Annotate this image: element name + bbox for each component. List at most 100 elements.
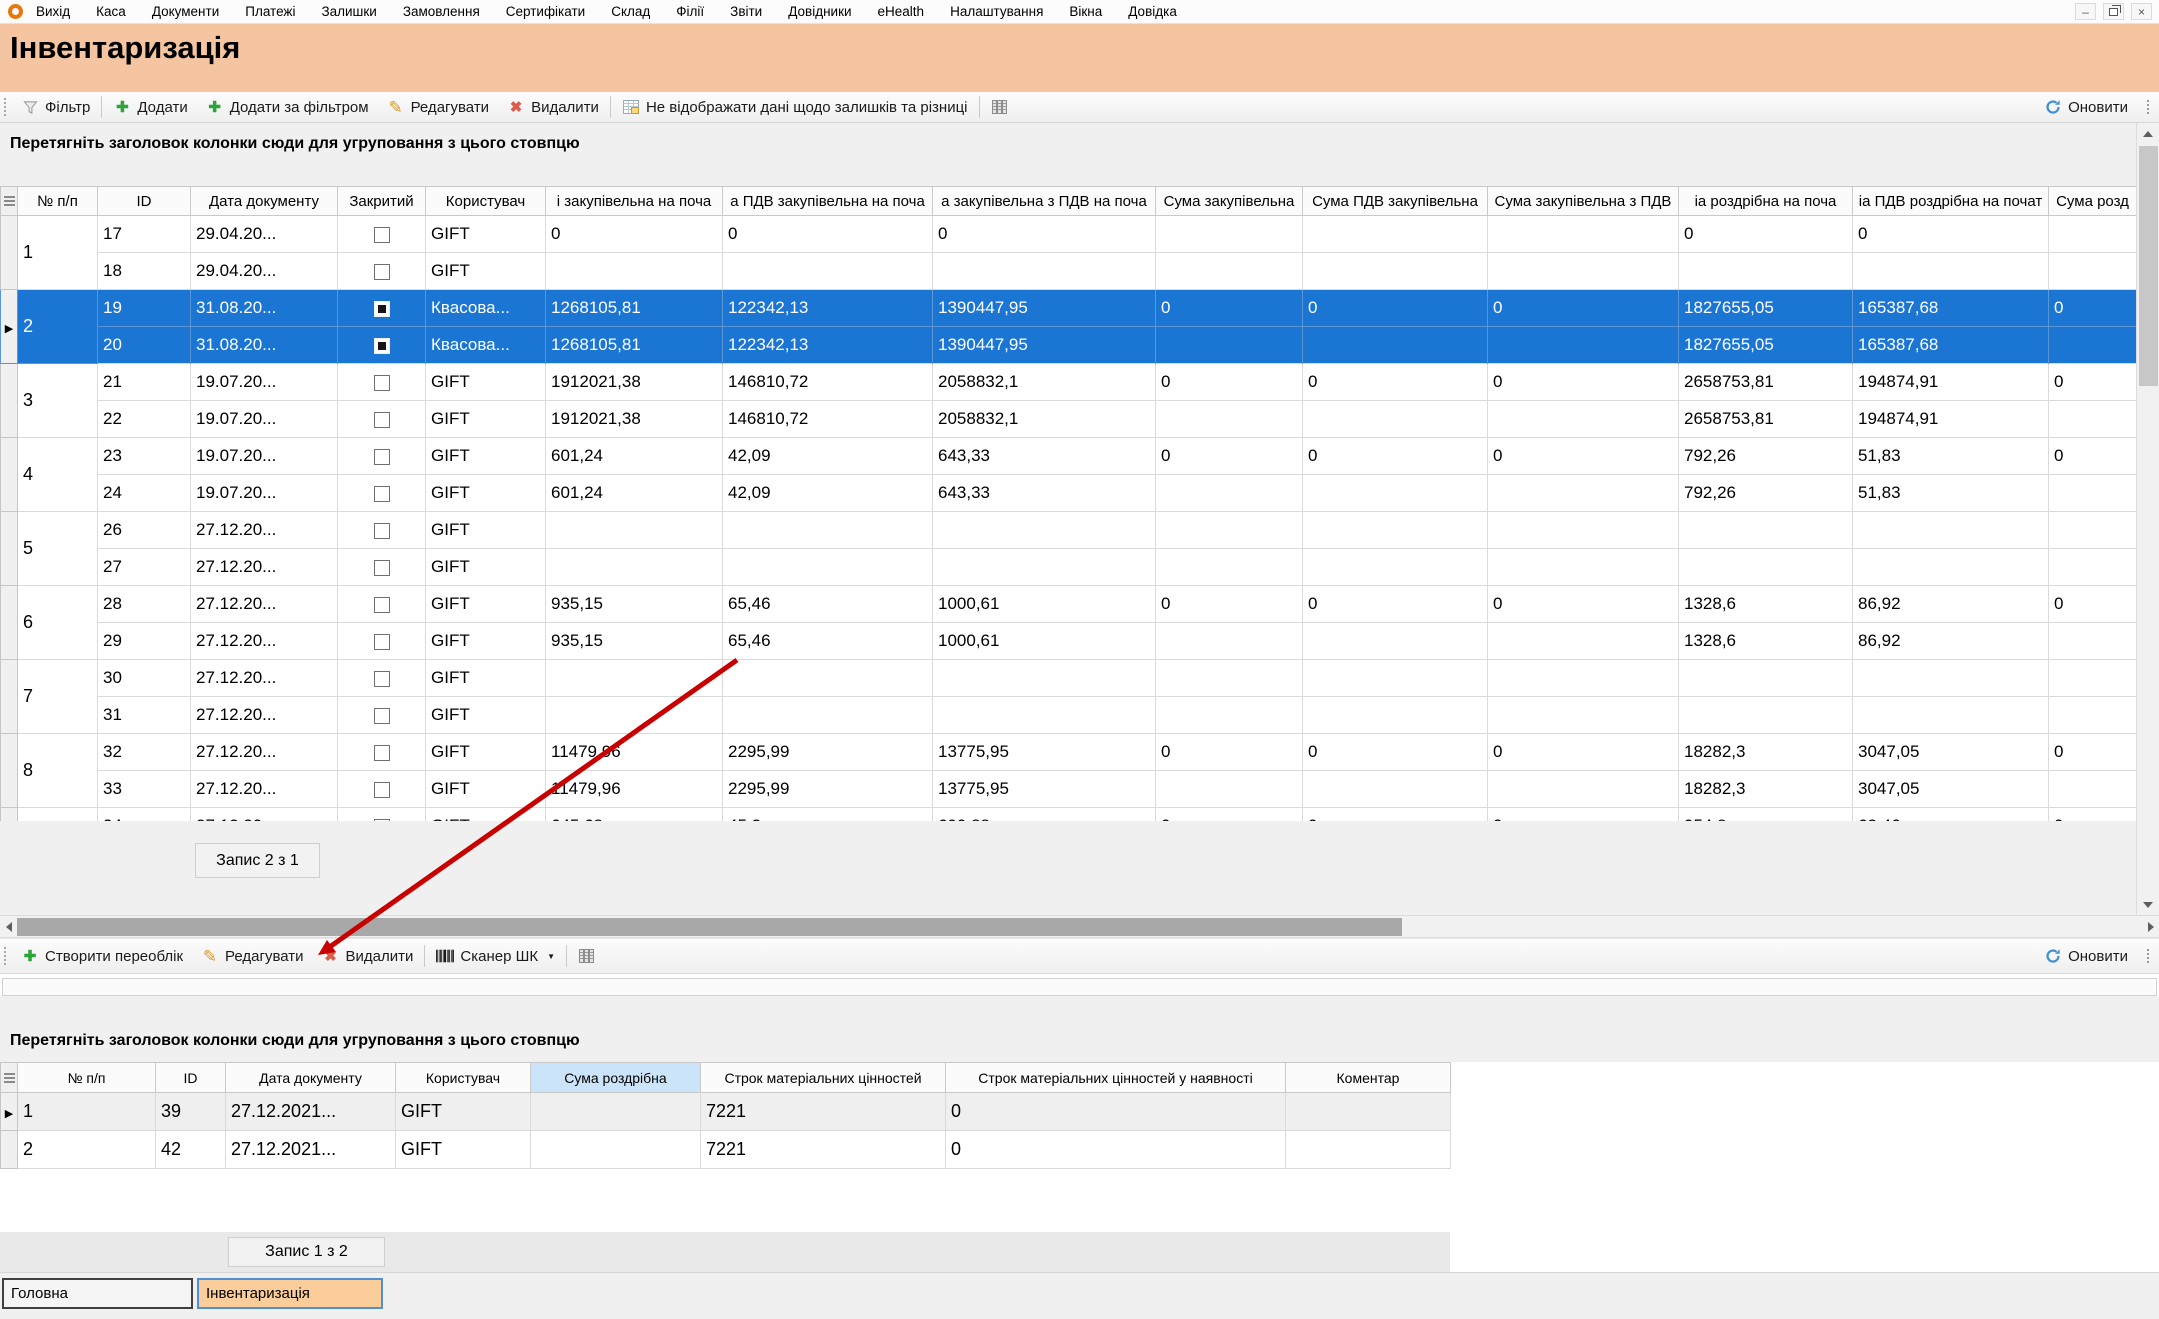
- cell-value[interactable]: [723, 697, 933, 734]
- cell-id[interactable]: 33: [98, 771, 191, 808]
- cell-value[interactable]: 45,2: [723, 808, 933, 822]
- cell-value[interactable]: 935,15: [546, 586, 723, 623]
- cell-id[interactable]: 24: [98, 475, 191, 512]
- cell-value[interactable]: [1853, 512, 2049, 549]
- hide-balances-toggle[interactable]: Не відображати дані щодо залишків та різ…: [613, 94, 977, 120]
- cell-value[interactable]: 2058832,1: [933, 364, 1156, 401]
- cell-value[interactable]: [723, 512, 933, 549]
- menu-item-2[interactable]: Документи: [139, 4, 232, 19]
- cell-value[interactable]: 0: [1156, 586, 1303, 623]
- toolbar-grip[interactable]: [4, 98, 7, 116]
- cell-value[interactable]: [1156, 475, 1303, 512]
- cell-value[interactable]: 1000,61: [933, 623, 1156, 660]
- cell-value[interactable]: [2049, 327, 2137, 364]
- cell-value[interactable]: [1286, 1093, 1451, 1131]
- cell-date[interactable]: 29.04.20...: [191, 216, 338, 253]
- cell-value[interactable]: 1268105,81: [546, 290, 723, 327]
- cell-value[interactable]: 1328,6: [1679, 586, 1853, 623]
- cell-value[interactable]: 0: [1156, 438, 1303, 475]
- cell-value[interactable]: 11479,96: [546, 771, 723, 808]
- closed-checkbox[interactable]: [374, 523, 390, 539]
- cell-id[interactable]: 17: [98, 216, 191, 253]
- cell-date[interactable]: 27.12.20...: [191, 660, 338, 697]
- cell-value[interactable]: [2049, 475, 2137, 512]
- choose-columns-button[interactable]: [569, 943, 605, 969]
- cell-date[interactable]: 27.12.20...: [191, 697, 338, 734]
- cell-value[interactable]: [933, 697, 1156, 734]
- cell-value[interactable]: 0: [1303, 438, 1488, 475]
- menu-item-4[interactable]: Залишки: [308, 4, 389, 19]
- cell-value[interactable]: [1156, 216, 1303, 253]
- closed-checkbox[interactable]: [374, 412, 390, 428]
- cell-value[interactable]: 0: [1853, 216, 2049, 253]
- closed-checkbox[interactable]: [374, 708, 390, 724]
- cell-value[interactable]: 0: [1488, 734, 1679, 771]
- cell-value[interactable]: 1268105,81: [546, 327, 723, 364]
- cell-value[interactable]: [1679, 697, 1853, 734]
- cell-user[interactable]: GIFT: [426, 697, 546, 734]
- delete-button[interactable]: ✖ Видалити: [498, 94, 608, 120]
- cell-value[interactable]: 0: [2049, 808, 2137, 822]
- cell-value[interactable]: 3047,05: [1853, 771, 2049, 808]
- cell-value[interactable]: 0: [1488, 808, 1679, 822]
- closed-checkbox[interactable]: [374, 449, 390, 465]
- cell-value[interactable]: 11479,96: [546, 734, 723, 771]
- cell-value[interactable]: [2049, 660, 2137, 697]
- tab-inventory[interactable]: Інвентаризація: [197, 1278, 383, 1309]
- column-header[interactable]: ID: [98, 187, 191, 216]
- cell-value[interactable]: 3047,05: [1853, 734, 2049, 771]
- cell-user[interactable]: GIFT: [426, 549, 546, 586]
- cell-user[interactable]: GIFT: [426, 438, 546, 475]
- cell-value[interactable]: [1488, 475, 1679, 512]
- closed-checkbox[interactable]: [374, 301, 390, 317]
- table-row[interactable]: 3427.12.20...GIFT645,6845,2690,88000954,…: [1, 808, 2137, 822]
- closed-checkbox[interactable]: [374, 745, 390, 761]
- cell-value[interactable]: 86,92: [1853, 586, 2049, 623]
- cell-id[interactable]: 19: [98, 290, 191, 327]
- cell-value[interactable]: [1488, 549, 1679, 586]
- cell-value[interactable]: [1488, 771, 1679, 808]
- cell-value[interactable]: 18282,3: [1679, 734, 1853, 771]
- cell-id[interactable]: 26: [98, 512, 191, 549]
- cell-value[interactable]: 42,09: [723, 475, 933, 512]
- closed-checkbox[interactable]: [374, 560, 390, 576]
- cell-value[interactable]: [1488, 327, 1679, 364]
- cell-value[interactable]: GIFT: [396, 1093, 531, 1131]
- cell-value[interactable]: 2658753,81: [1679, 401, 1853, 438]
- column-header[interactable]: Сума розд: [2049, 187, 2137, 216]
- cell-value[interactable]: [1156, 623, 1303, 660]
- cell-value[interactable]: [1488, 216, 1679, 253]
- table-row[interactable]: 32119.07.20...GIFT1912021,38146810,72205…: [1, 364, 2137, 401]
- cell-value[interactable]: GIFT: [396, 1131, 531, 1169]
- cell-value[interactable]: [2049, 697, 2137, 734]
- table-row[interactable]: 24227.12.2021...GIFT72210: [1, 1131, 1451, 1169]
- scroll-up-button[interactable]: [2137, 123, 2159, 144]
- cell-value[interactable]: 0: [946, 1093, 1286, 1131]
- column-header[interactable]: а ПДВ закупівельна на поча: [723, 187, 933, 216]
- column-header[interactable]: Дата документу: [191, 187, 338, 216]
- cell-value[interactable]: [1303, 401, 1488, 438]
- cell-value[interactable]: [2049, 549, 2137, 586]
- cell-value[interactable]: 122342,13: [723, 290, 933, 327]
- cell-value[interactable]: 0: [1488, 586, 1679, 623]
- column-header[interactable]: Строк матеріальних цінностей у наявності: [946, 1063, 1286, 1093]
- cell-value[interactable]: [546, 660, 723, 697]
- cell-value[interactable]: 1912021,38: [546, 401, 723, 438]
- cell-date[interactable]: 27.12.20...: [191, 512, 338, 549]
- column-header[interactable]: Дата документу: [226, 1063, 396, 1093]
- cell-value[interactable]: 1827655,05: [1679, 327, 1853, 364]
- cell-value[interactable]: 601,24: [546, 438, 723, 475]
- cell-value[interactable]: 690,88: [933, 808, 1156, 822]
- cell-value[interactable]: 0: [1156, 290, 1303, 327]
- add-button[interactable]: ✚ Додати: [104, 94, 196, 120]
- horizontal-scrollbar[interactable]: [0, 915, 2159, 938]
- cell-value[interactable]: [1303, 771, 1488, 808]
- cell-value[interactable]: 13775,95: [933, 734, 1156, 771]
- cell-user[interactable]: GIFT: [426, 660, 546, 697]
- vertical-scrollbar[interactable]: [2136, 123, 2159, 915]
- cell-value[interactable]: [2049, 771, 2137, 808]
- cell-value[interactable]: 792,26: [1679, 438, 1853, 475]
- table-row[interactable]: 2727.12.20...GIFT: [1, 549, 2137, 586]
- closed-checkbox[interactable]: [374, 227, 390, 243]
- cell-value[interactable]: 954,8: [1679, 808, 1853, 822]
